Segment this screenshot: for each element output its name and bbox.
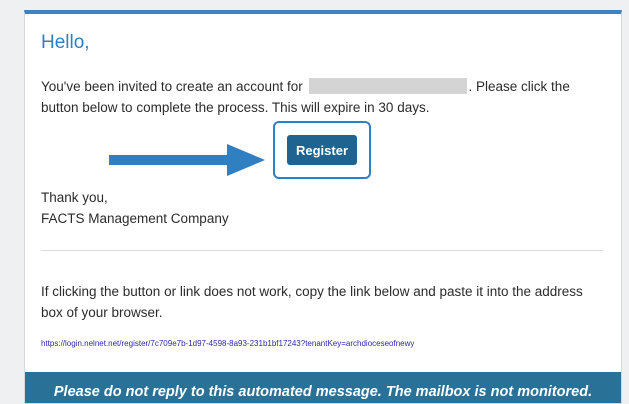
fallback-instructions: If clicking the button or link does not … xyxy=(41,284,583,320)
registration-link[interactable]: https://login.nelnet.net/register/7c709e… xyxy=(41,339,414,348)
arrow-right-icon xyxy=(109,144,265,176)
closing-signature: FACTS Management Company xyxy=(41,211,229,226)
register-button[interactable]: Register xyxy=(287,135,357,165)
redacted-organization-name xyxy=(308,78,467,94)
closing-thanks: Thank you, xyxy=(41,190,108,205)
footer-banner: Please do not reply to this automated me… xyxy=(25,372,621,403)
divider xyxy=(41,250,603,251)
closing-block: Thank you, FACTS Management Company xyxy=(41,187,229,229)
greeting-heading: Hello, xyxy=(41,32,90,53)
email-body: Hello, You've been invited to create an … xyxy=(24,10,622,404)
register-highlight-frame: Register xyxy=(273,121,371,179)
invitation-text-start: You've been invited to create an account… xyxy=(41,79,303,94)
footer-notice: Please do not reply to this automated me… xyxy=(53,384,593,400)
invitation-message: You've been invited to create an account… xyxy=(41,76,601,118)
